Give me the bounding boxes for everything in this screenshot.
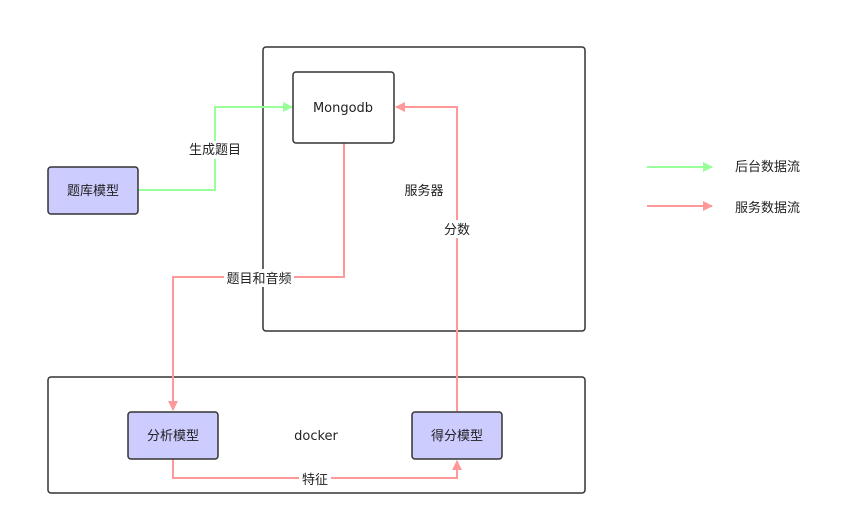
edge-label-score: 分数 [444,223,470,238]
edge-label-questions-and-audio: 题目和音频 [226,271,291,287]
node-mongodb[interactable]: Mongodb [292,71,395,144]
edge-label-features: 特征 [302,473,328,488]
node-label-mongodb: Mongodb [313,101,373,116]
node-label-question-bank-model: 题库模型 [67,183,119,199]
edge-label-generate-questions: 生成题目 [189,143,241,158]
node-question-bank-model[interactable]: 题库模型 [47,166,139,215]
legend-item-backend-flow: 后台数据流 [647,160,800,175]
legend-label-service-flow: 服务数据流 [735,200,800,216]
legend-label-backend-flow: 后台数据流 [735,160,800,175]
node-label-analysis-model: 分析模型 [147,429,199,444]
server-label: 服务器 [404,183,443,199]
node-label-scoring-model: 得分模型 [431,428,483,444]
node-scoring-model[interactable]: 得分模型 [411,411,503,460]
docker-label: docker [294,429,338,444]
legend-item-service-flow: 服务数据流 [647,200,800,216]
legend: 后台数据流 服务数据流 [647,160,800,216]
architecture-diagram: 服务器 docker 生成题目 题目和音频 分数 特征 Mongodb 题库模型… [47,46,800,494]
node-analysis-model[interactable]: 分析模型 [127,411,219,460]
